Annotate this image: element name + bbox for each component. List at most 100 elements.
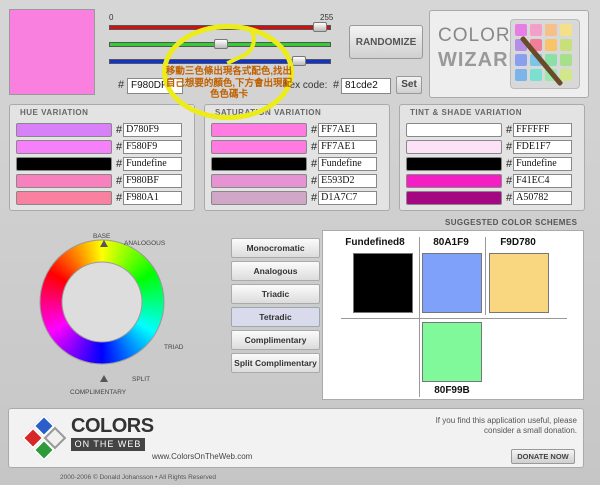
saturation-variation-hex-field[interactable]: Fundefine bbox=[318, 156, 378, 171]
saturation-variation-row: # Fundefine bbox=[211, 156, 378, 171]
suggested-schemes-box: Fundefined8 80A1F9 F9D780 80F99B bbox=[322, 230, 584, 400]
hue-variation-row: # D780F9 bbox=[16, 122, 183, 137]
scheme-color-label-4: 80F99B bbox=[434, 385, 470, 396]
hash-symbol: # bbox=[506, 157, 513, 170]
hue-variation-swatch[interactable] bbox=[16, 156, 112, 171]
footer-url[interactable]: www.ColorsOnTheWeb.com bbox=[152, 452, 252, 461]
wheel-label-analogous: ANALOGOUS bbox=[124, 240, 166, 247]
hue-variation-swatch[interactable] bbox=[16, 139, 112, 154]
tint-shade-variation-title: TINT & SHADE VARIATION bbox=[410, 108, 523, 117]
hue-variation-row: # F580F9 bbox=[16, 139, 183, 154]
hex-code-input[interactable]: 81cde2 bbox=[341, 78, 391, 94]
hue-variation-hex-field[interactable]: Fundefine bbox=[123, 156, 183, 171]
scheme-button-split-complimentary[interactable]: Split Complimentary bbox=[231, 353, 320, 373]
tint-variation-hex-field[interactable]: A50782 bbox=[513, 190, 573, 205]
tint-variation-swatch[interactable] bbox=[406, 139, 502, 154]
saturation-variation-row: # E593D2 bbox=[211, 173, 378, 188]
wheel-label-complimentary: COMPLIMENTARY bbox=[70, 389, 127, 396]
tint-variation-row: # F41EC4 bbox=[406, 173, 573, 188]
saturation-variation-hex-field[interactable]: D1A7C7 bbox=[318, 190, 378, 205]
palette-icon bbox=[510, 19, 580, 89]
color-wheel[interactable] bbox=[30, 230, 200, 400]
color-wizard-logo: COLOR WIZARD bbox=[429, 10, 589, 98]
saturation-variation-swatch[interactable] bbox=[211, 122, 307, 137]
saturation-variation-hex-field[interactable]: FF7AE1 bbox=[318, 139, 378, 154]
blue-slider-handle[interactable] bbox=[292, 56, 306, 66]
saturation-variation-swatch[interactable] bbox=[211, 190, 307, 205]
hash-symbol: # bbox=[506, 140, 513, 153]
hash-symbol: # bbox=[116, 140, 123, 153]
complimentary-pointer-icon bbox=[100, 375, 108, 382]
hash-symbol: # bbox=[116, 174, 123, 187]
tint-variation-row: # A50782 bbox=[406, 190, 573, 205]
scheme-button-analogous[interactable]: Analogous bbox=[231, 261, 320, 281]
tint-variation-hex-field[interactable]: F41EC4 bbox=[513, 173, 573, 188]
hue-variation-swatch[interactable] bbox=[16, 173, 112, 188]
colors-on-the-web-logo-icon bbox=[21, 414, 67, 462]
scheme-button-complimentary[interactable]: Complimentary bbox=[231, 330, 320, 350]
scheme-swatch-2 bbox=[422, 253, 482, 313]
saturation-variation-swatch[interactable] bbox=[211, 173, 307, 188]
tint-variation-hex-field[interactable]: FDE1F7 bbox=[513, 139, 573, 154]
donate-now-button[interactable]: DONATE NOW bbox=[511, 449, 575, 464]
hue-variation-row: # F980BF bbox=[16, 173, 183, 188]
hue-variation-swatch[interactable] bbox=[16, 190, 112, 205]
tint-variation-swatch[interactable] bbox=[406, 156, 502, 171]
tint-variation-row: # FDE1F7 bbox=[406, 139, 573, 154]
base-pointer-icon bbox=[100, 240, 108, 247]
scheme-swatch-4 bbox=[422, 322, 482, 382]
hue-variation-hex-field[interactable]: F980A1 bbox=[123, 190, 183, 205]
hue-variation-hex-field[interactable]: F980BF bbox=[123, 173, 183, 188]
annotation-text: 移動三色條出現各式配色,找出自己想要的顏色,下方會出現配色色碼卡 bbox=[165, 66, 293, 100]
hue-variation-row: # F980A1 bbox=[16, 190, 183, 205]
scheme-button-triadic[interactable]: Triadic bbox=[231, 284, 320, 304]
hash-symbol-2: # bbox=[333, 79, 340, 91]
hash-symbol: # bbox=[311, 157, 318, 170]
hash-symbol: # bbox=[311, 140, 318, 153]
tint-variation-swatch[interactable] bbox=[406, 122, 502, 137]
tint-variation-hex-field[interactable]: FFFFFF bbox=[513, 122, 573, 137]
footer: COLORS ON THE WEB www.ColorsOnTheWeb.com… bbox=[8, 408, 584, 468]
logo-text-color: COLOR bbox=[438, 25, 511, 46]
tint-variation-row: # Fundefine bbox=[406, 156, 573, 171]
scheme-color-label-2: 80A1F9 bbox=[433, 237, 469, 248]
brand-colors: COLORS bbox=[71, 415, 154, 437]
scheme-swatch-1 bbox=[353, 253, 413, 313]
hash-symbol: # bbox=[116, 157, 123, 170]
tint-variation-hex-field[interactable]: Fundefine bbox=[513, 156, 573, 171]
wheel-label-split: SPLIT bbox=[132, 376, 151, 383]
scheme-swatch-3 bbox=[489, 253, 549, 313]
red-slider-handle[interactable] bbox=[313, 22, 327, 32]
hue-variation-hex-field[interactable]: F580F9 bbox=[123, 139, 183, 154]
hue-variation-hex-field[interactable]: D780F9 bbox=[123, 122, 183, 137]
scheme-color-label-3: F9D780 bbox=[500, 237, 536, 248]
wheel-label-base: BASE bbox=[93, 233, 111, 240]
copyright-text: 2000-2006 © Donald Johansson • All Right… bbox=[60, 474, 216, 481]
color-wizard-app: 0 255 RANDOMIZE COLOR WIZARD # F980DF he… bbox=[0, 0, 600, 485]
hue-variation-panel: HUE VARIATION # D780F9 # F580F9 # Fundefine # F… bbox=[9, 104, 195, 211]
hash-symbol: # bbox=[506, 191, 513, 204]
tint-variation-swatch[interactable] bbox=[406, 190, 502, 205]
suggested-schemes-title: SUGGESTED COLOR SCHEMES bbox=[445, 218, 578, 227]
color-preview-swatch bbox=[9, 9, 95, 95]
tint-variation-row: # FFFFFF bbox=[406, 122, 573, 137]
hue-variation-title: HUE VARIATION bbox=[20, 108, 89, 117]
saturation-variation-swatch[interactable] bbox=[211, 156, 307, 171]
set-button[interactable]: Set bbox=[396, 76, 422, 94]
hash-symbol: # bbox=[311, 191, 318, 204]
hash-symbol: # bbox=[118, 79, 125, 91]
tint-variation-swatch[interactable] bbox=[406, 173, 502, 188]
saturation-variation-hex-field[interactable]: FF7AE1 bbox=[318, 122, 378, 137]
hash-symbol: # bbox=[116, 123, 123, 136]
hash-symbol: # bbox=[311, 174, 318, 187]
randomize-button[interactable]: RANDOMIZE bbox=[349, 25, 423, 59]
wheel-label-triad: TRIAD bbox=[164, 344, 184, 351]
scheme-color-label-1: Fundefined8 bbox=[345, 237, 405, 248]
donation-message: If you find this application useful, ple… bbox=[435, 416, 577, 435]
hue-variation-swatch[interactable] bbox=[16, 122, 112, 137]
hash-symbol: # bbox=[116, 191, 123, 204]
saturation-variation-swatch[interactable] bbox=[211, 139, 307, 154]
scheme-button-tetradic[interactable]: Tetradic bbox=[231, 307, 320, 327]
saturation-variation-hex-field[interactable]: E593D2 bbox=[318, 173, 378, 188]
scheme-button-monocromatic[interactable]: Monocromatic bbox=[231, 238, 320, 258]
